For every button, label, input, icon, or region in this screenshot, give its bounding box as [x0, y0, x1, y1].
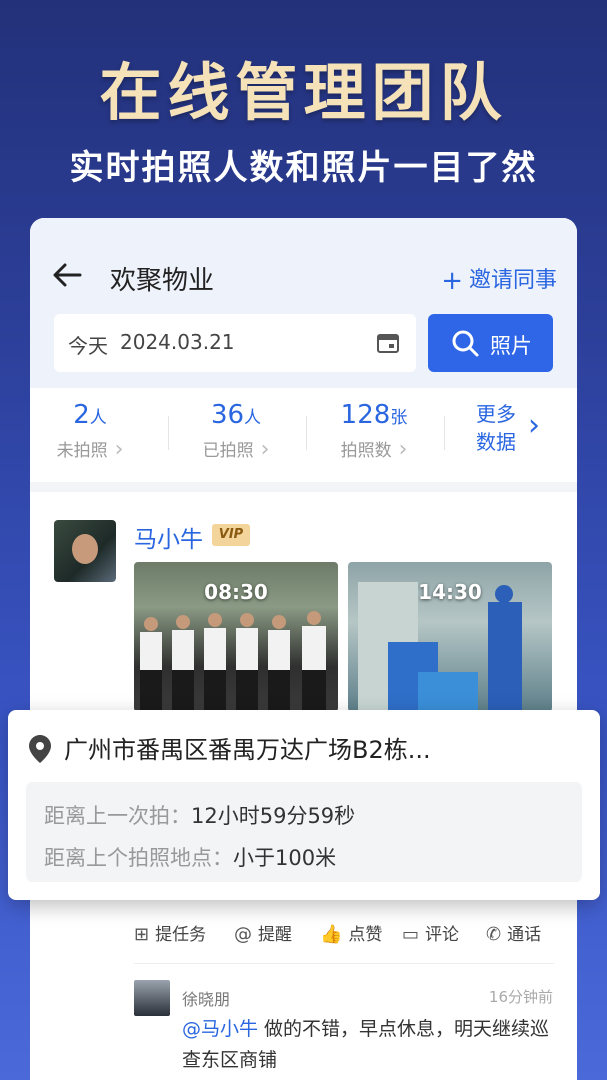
phone-icon: ✆ — [486, 924, 502, 945]
comment-button[interactable]: ▭ 评论 — [402, 920, 459, 945]
calendar-icon[interactable] — [376, 332, 400, 354]
post-actions: ⊞ 提任务 @ 提醒 👍 点赞 ▭ 评论 ✆ 通话 — [134, 918, 554, 948]
photo-time: 14:30 — [418, 580, 482, 604]
divider — [134, 963, 554, 964]
avatar[interactable] — [54, 520, 116, 582]
task-icon: ⊞ — [134, 924, 150, 945]
at-icon: @ — [234, 924, 252, 945]
plus-icon: + — [441, 266, 463, 296]
location-address: 广州市番禺区番禺万达广场B2栋... — [64, 736, 431, 764]
distance-info: 距离上一次拍：12小时59分59秒 距离上个拍照地点：小于100米 — [26, 782, 582, 882]
stat-not-photographed[interactable]: 2人 未拍照 — [30, 400, 150, 462]
comment-icon: ▭ — [402, 924, 420, 945]
page-title: 欢聚物业 — [110, 266, 215, 296]
comment-text: @马小牛 做的不错，早点休息，明天继续巡查东区商铺 — [182, 1018, 550, 1071]
date-value: 2024.03.21 — [120, 330, 235, 354]
divider — [30, 482, 577, 492]
header: 欢聚物业 + 邀请同事 今天 2024.03.21 照片 — [30, 218, 577, 388]
search-icon — [452, 330, 479, 357]
date-label: 今天 — [68, 334, 108, 358]
back-arrow-icon[interactable] — [50, 258, 84, 292]
photo-thumbnail[interactable]: 14:30 — [348, 562, 552, 712]
thumbs-up-icon: 👍 — [320, 924, 343, 945]
last-place-value: 小于100米 — [233, 846, 337, 870]
photo-thumbnail[interactable]: 08:30 — [134, 562, 338, 712]
last-shot-label: 距离上一次拍： — [44, 804, 191, 828]
comment-time: 16分钟前 — [488, 988, 553, 1006]
hero-title: 在线管理团队 — [99, 56, 508, 129]
assign-task-button[interactable]: ⊞ 提任务 — [134, 920, 206, 945]
post-user-name[interactable]: 马小牛 — [134, 520, 203, 554]
stats-bar: 2人 未拍照 36人 已拍照 128张 拍照数 更多数据 › — [30, 388, 577, 482]
photo-search-button[interactable]: 照片 — [428, 314, 553, 372]
photo-time: 08:30 — [204, 580, 268, 604]
call-button[interactable]: ✆ 通话 — [486, 920, 541, 945]
date-picker[interactable]: 今天 2024.03.21 — [54, 314, 416, 372]
stat-photo-count[interactable]: 128张 拍照数 — [314, 400, 434, 462]
chevron-right-icon: › — [528, 408, 540, 443]
more-data-button[interactable]: 更多 数据 › — [476, 400, 540, 456]
avatar[interactable] — [134, 980, 170, 1016]
photo-button-label: 照片 — [490, 334, 532, 358]
invite-colleague-button[interactable]: + 邀请同事 — [441, 262, 557, 296]
comment-user-name[interactable]: 徐晓朋 — [182, 986, 230, 1010]
mention[interactable]: @马小牛 — [182, 1018, 258, 1040]
stat-photographed[interactable]: 36人 已拍照 — [176, 400, 296, 462]
location-popup: 广州市番禺区番禺万达广场B2栋... 距离上一次拍：12小时59分59秒 距离上… — [8, 710, 600, 900]
vip-badge: VIP — [212, 524, 250, 546]
app-card: 欢聚物业 +邀请同事 今天 2024.03.21 照片 2人 未拍照 36人 已… — [30, 218, 577, 1080]
last-shot-value: 12小时59分59秒 — [191, 804, 356, 828]
last-place-label: 距离上个拍照地点： — [44, 846, 233, 870]
hero-subtitle: 实时拍照人数和照片一目了然 — [69, 148, 538, 188]
location-pin-icon — [29, 735, 51, 763]
remind-button[interactable]: @ 提醒 — [234, 920, 292, 945]
like-button[interactable]: 👍 点赞 — [320, 920, 382, 945]
